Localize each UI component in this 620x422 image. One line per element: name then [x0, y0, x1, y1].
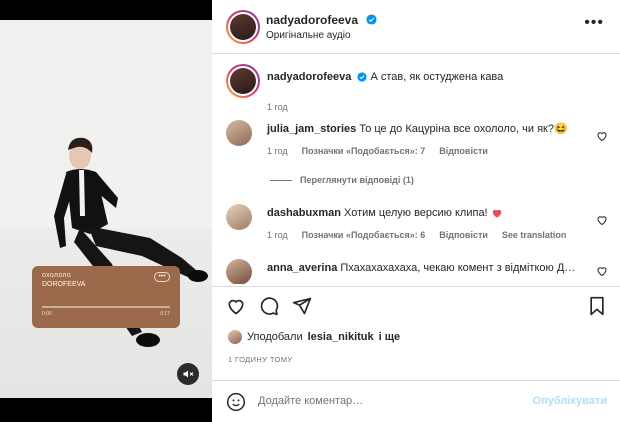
- comment-composer: Додайте коментар… Опублікувати: [212, 380, 620, 422]
- speaker-muted-icon: [183, 370, 194, 378]
- comment-input[interactable]: Додайте коментар…: [258, 395, 363, 407]
- author-name-row: nadyadorofeeva: [266, 11, 377, 29]
- audio-player-card[interactable]: охололо DOROFEEVA ••• 0:00 0:17: [32, 266, 180, 328]
- comment-username[interactable]: anna_averina: [267, 262, 337, 274]
- post-options-button[interactable]: •••: [584, 14, 604, 32]
- share-paper-plane-icon[interactable]: [292, 296, 312, 316]
- liked-by-user[interactable]: lesia_nikituk: [308, 331, 374, 343]
- audio-more-button[interactable]: •••: [154, 272, 170, 282]
- comment-username[interactable]: dashabuxman: [267, 207, 341, 219]
- commenter-avatar[interactable]: [226, 204, 252, 230]
- comment-likes-count[interactable]: Позначки «Подобається»: 6: [302, 230, 426, 240]
- comment-text: anna_averina Пхахахахахаха, чекаю комент…: [267, 261, 587, 276]
- see-translation-button[interactable]: See translation: [502, 230, 567, 240]
- comment-bubble-icon[interactable]: [259, 296, 279, 316]
- like-heart-icon[interactable]: [596, 265, 608, 277]
- like-heart-icon[interactable]: [596, 214, 608, 226]
- save-bookmark-icon[interactable]: [588, 296, 606, 316]
- emoji-smiley-icon[interactable]: [226, 392, 246, 412]
- like-heart-icon[interactable]: [596, 130, 608, 142]
- comment-meta: 1 год: [267, 102, 288, 112]
- comments-list: nadyadorofeeva А став, як остуджена кава…: [212, 54, 620, 284]
- view-replies-button[interactable]: Переглянути відповіді (1): [270, 175, 414, 185]
- audio-song-title: охололо: [42, 272, 72, 279]
- liked-by-others[interactable]: і ще: [379, 331, 401, 343]
- audio-artist: DOROFEEVA: [42, 281, 86, 288]
- post-media[interactable]: охололо DOROFEEVA ••• 0:00 0:17: [0, 0, 212, 422]
- audio-times: 0:00 0:17: [42, 311, 170, 317]
- publish-button[interactable]: Опублікувати: [533, 395, 607, 407]
- liker-avatar[interactable]: [228, 330, 242, 344]
- comment-time[interactable]: 1 год: [267, 146, 288, 156]
- replies-divider: [270, 179, 292, 181]
- author-avatar[interactable]: [226, 10, 260, 44]
- post-details-panel: nadyadorofeeva Оригінальне аудіо ••• nad…: [212, 0, 620, 422]
- mute-toggle-button[interactable]: [177, 363, 199, 385]
- comment-body: А став, як остуджена кава: [370, 71, 504, 83]
- comment-time[interactable]: 1 год: [267, 230, 288, 240]
- video-person-figure: [54, 137, 208, 347]
- comment-reply-button[interactable]: Відповісти: [439, 146, 488, 156]
- comment-reply-button[interactable]: Відповісти: [439, 230, 488, 240]
- commenter-avatar[interactable]: [226, 120, 252, 146]
- post-action-bar: [212, 286, 620, 326]
- liked-by-prefix: Уподобали: [247, 331, 303, 343]
- comment-meta: 1 год Позначки «Подобається»: 7 Відповіс…: [267, 146, 488, 156]
- post-timestamp[interactable]: 1 ГОДИНУ ТОМУ: [228, 355, 293, 364]
- like-heart-icon[interactable]: [226, 296, 246, 316]
- verified-badge-icon: [357, 72, 368, 82]
- comment-body: То це до Кацуріна все охололо, чи як?😆: [359, 123, 568, 135]
- caption-text: nadyadorofeeva А став, як остуджена кава: [267, 70, 587, 85]
- red-heart-emoji-icon: [492, 209, 501, 218]
- comment-body: Хотим целую версию клипа!: [344, 207, 488, 219]
- comment-likes-count[interactable]: Позначки «Подобається»: 7: [302, 146, 426, 156]
- view-replies-label: Переглянути відповіді (1): [300, 175, 414, 185]
- comment-username[interactable]: julia_jam_stories: [267, 123, 356, 135]
- comment-body: Пхахахахахаха, чекаю комент з відміткою …: [340, 262, 576, 274]
- post-header: nadyadorofeeva Оригінальне аудіо •••: [212, 0, 620, 54]
- comment-meta: 1 год Позначки «Подобається»: 6 Відповіс…: [267, 230, 566, 240]
- commenter-avatar[interactable]: [226, 259, 252, 284]
- audio-time-left: 0:00: [42, 311, 52, 317]
- original-audio-link[interactable]: Оригінальне аудіо: [266, 30, 351, 41]
- comment-time[interactable]: 1 год: [267, 102, 288, 112]
- audio-progress-track[interactable]: [42, 306, 170, 308]
- verified-badge-icon: [365, 14, 377, 25]
- comment-text: dashabuxman Хотим целую версию клипа!: [267, 206, 587, 221]
- audio-time-right: 0:17: [160, 311, 170, 317]
- video-frame[interactable]: охололо DOROFEEVA ••• 0:00 0:17: [0, 20, 212, 398]
- comment-text: julia_jam_stories То це до Кацуріна все …: [267, 122, 587, 137]
- author-username[interactable]: nadyadorofeeva: [266, 13, 358, 27]
- liked-by-row: Уподобали lesia_nikituk і ще: [228, 330, 400, 344]
- caption-avatar[interactable]: [226, 64, 260, 98]
- comment-username[interactable]: nadyadorofeeva: [267, 71, 351, 83]
